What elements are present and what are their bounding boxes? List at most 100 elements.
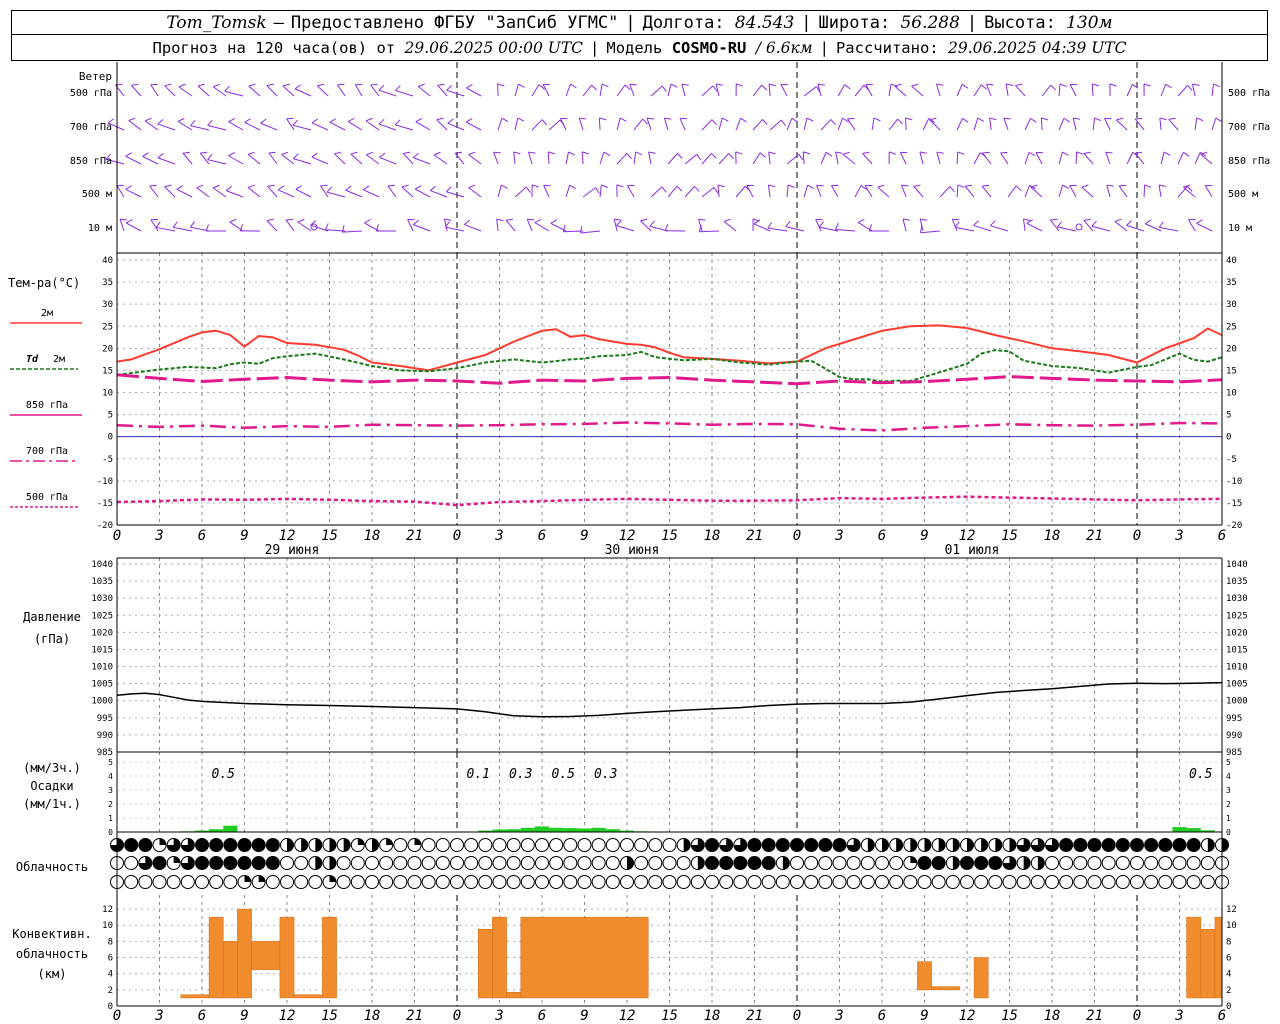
wind-barb: [445, 226, 465, 232]
wind-barb-feather: [294, 84, 302, 90]
wind-barb: [228, 121, 244, 131]
precip-bar: [591, 827, 606, 832]
temp-tick-right: 25: [1226, 322, 1237, 332]
cloud-symbol: [591, 875, 606, 889]
wind-barb-feather: [190, 119, 196, 127]
wind-barb: [803, 86, 817, 97]
precip-tick-left: 5: [108, 758, 113, 767]
wind-barb: [197, 85, 210, 97]
wind-barb: [1092, 117, 1096, 131]
wind-barb-feather: [334, 151, 342, 155]
conv-tick-right: 0: [1226, 1002, 1231, 1012]
wind-barb-feather: [403, 151, 411, 154]
x-tick-label-top: 12: [279, 528, 296, 544]
wind-barb-feather: [936, 151, 944, 154]
wind-barb: [701, 186, 715, 198]
cloud-symbol-fill: [910, 838, 917, 852]
cloud-symbol: [917, 875, 932, 889]
wind-barb-feather: [534, 218, 542, 224]
cloud-symbol: [875, 856, 889, 870]
cloud-symbol: [492, 856, 507, 870]
wind-barb: [347, 121, 363, 131]
wind-barb: [582, 84, 592, 97]
x-tick-label-top: 9: [580, 528, 588, 544]
temp-tick-right: -15: [1226, 499, 1242, 509]
pressure-unit: (гПа): [34, 632, 70, 646]
temp-tick-left: 30: [102, 300, 113, 310]
cloud-symbol: [1016, 875, 1031, 889]
temp-tick-right: 35: [1226, 278, 1237, 288]
wind-barb-feather: [437, 83, 445, 86]
wind-barb-feather: [1114, 218, 1122, 222]
wind-barb: [268, 152, 278, 165]
wind-barb-feather: [767, 221, 773, 229]
wind-barb: [292, 124, 312, 131]
wind-barb: [1116, 119, 1128, 131]
cloud-symbol-fill: [1187, 838, 1201, 852]
wind-barb-feather: [728, 153, 734, 159]
wind-barb-feather: [244, 118, 251, 123]
cloud-symbol: [393, 875, 408, 889]
wind-barb-feather: [1196, 219, 1203, 224]
x-tick-label-bottom: 0: [793, 1008, 801, 1024]
wind-barb-feather: [857, 218, 865, 223]
wind-barb-feather: [862, 151, 870, 154]
wind-barb: [212, 187, 227, 198]
wind-barb-feather: [785, 220, 791, 227]
temp-tick-left: 40: [102, 256, 113, 266]
wind-barb-feather: [455, 151, 463, 154]
wind-barb: [718, 153, 730, 165]
wind-barb-feather: [447, 118, 454, 124]
wind-level-right: 700 гПа: [1228, 122, 1270, 133]
precip-label: 0.5: [552, 767, 576, 782]
x-tick-label-bottom: 0: [453, 1008, 461, 1024]
wind-barb-feather: [670, 83, 678, 88]
wind-barb: [990, 225, 1009, 232]
wind-barb: [116, 185, 125, 198]
wind-barb: [1091, 225, 1111, 232]
wind-barb-feather: [603, 151, 611, 157]
cloud-symbol: [605, 838, 620, 852]
x-tick-label-bottom: 21: [746, 1008, 763, 1024]
wind-barb: [207, 159, 227, 165]
x-tick-label-bottom: 12: [619, 1008, 636, 1024]
wind-barb: [1159, 226, 1179, 232]
wind-barb: [366, 154, 380, 165]
cloud-symbol: [464, 838, 479, 852]
wind-barb: [281, 154, 295, 165]
precip-tick-right: 3: [1226, 786, 1231, 795]
wind-barb: [402, 153, 414, 165]
wind-barb-feather: [266, 83, 274, 87]
wind-barb: [196, 187, 210, 198]
wind-barb: [563, 230, 584, 233]
x-tick-label-bottom: 15: [321, 1008, 338, 1024]
wind-barb: [578, 117, 584, 131]
wind-barb: [176, 188, 193, 198]
cloud-symbol-fill: [223, 838, 237, 852]
cloud-symbol: [889, 875, 904, 889]
wind-barb-feather: [528, 151, 536, 154]
cloud-symbol: [846, 875, 861, 889]
cloud-symbol: [308, 875, 323, 889]
cloud-symbol-fill: [981, 838, 988, 852]
convective-bar: [506, 992, 522, 999]
cloud-symbol-fill: [258, 875, 266, 882]
wind-barb-feather: [648, 151, 656, 154]
wind-barb-feather: [803, 151, 811, 155]
wind-barb-feather: [1119, 184, 1127, 187]
wind-barb-feather: [569, 184, 576, 189]
x-tick-label-bottom: 0: [113, 1008, 121, 1024]
wind-barb: [1007, 185, 1017, 198]
wind-barb: [350, 153, 363, 165]
wind-barb: [1030, 186, 1043, 198]
wind-barb: [497, 117, 503, 131]
wind-barb-feather: [1116, 117, 1124, 121]
cloud-symbol-fill: [952, 838, 960, 852]
cloud-symbol-fill: [315, 856, 322, 870]
wind-barb-feather: [1196, 117, 1204, 122]
cloud-symbol: [1002, 875, 1017, 889]
wind-barb: [768, 151, 771, 165]
convective-bar: [931, 986, 961, 991]
wind-barb-feather: [642, 118, 648, 125]
x-tick-label-top: 18: [1044, 528, 1061, 544]
